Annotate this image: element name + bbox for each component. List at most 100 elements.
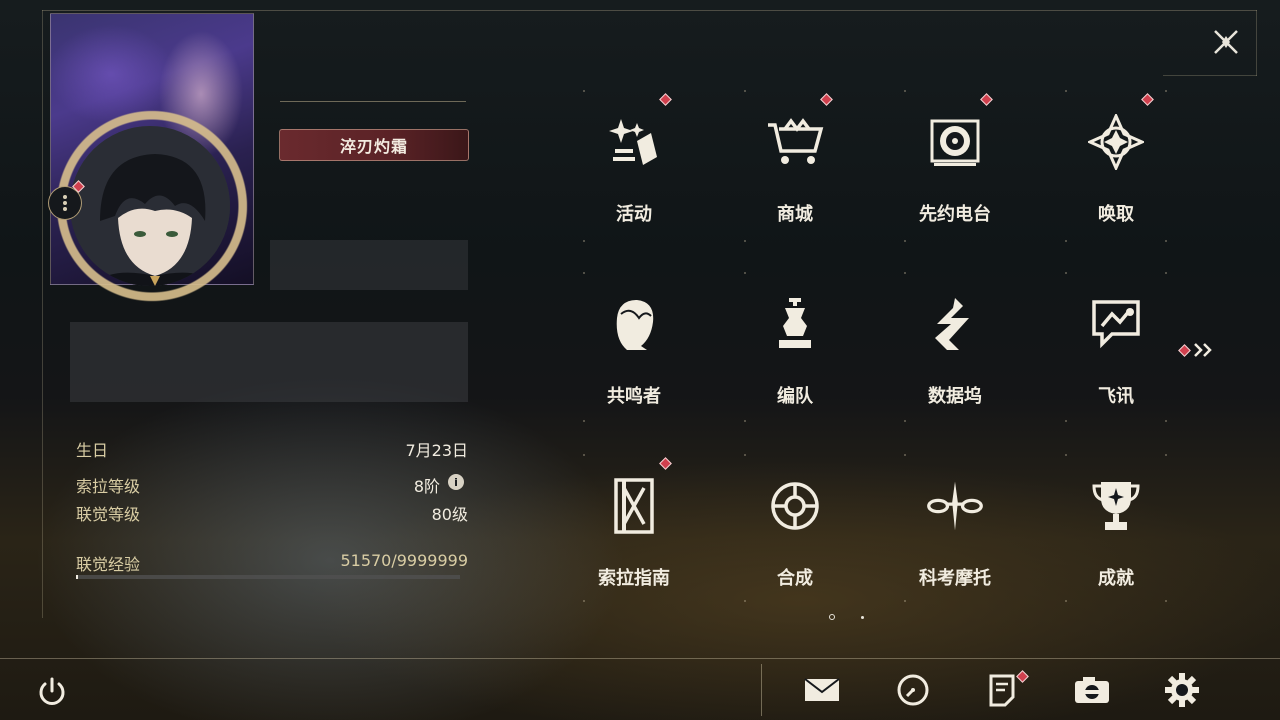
more-vertical-icon — [63, 195, 67, 211]
grid-dot — [1165, 454, 1167, 456]
menu-item-label: 编队 — [777, 386, 813, 407]
stat-label-sola-level: 索拉等级 — [76, 477, 141, 496]
menu-item-label: 先约电台 — [919, 204, 991, 225]
menu-item-data-dock[interactable]: 数据坞 — [895, 272, 1015, 422]
grid-dot — [583, 420, 585, 422]
synthesis-icon — [765, 476, 825, 536]
redacted-block — [270, 240, 468, 290]
close-button[interactable] — [1208, 24, 1244, 60]
info-icon[interactable]: i — [448, 474, 464, 490]
grid-dot — [1165, 272, 1167, 274]
menu-item-motorbike[interactable]: 科考摩托 — [895, 454, 1015, 604]
grid-dot — [1065, 600, 1067, 602]
notification-badge-icon — [659, 93, 672, 106]
grid-dot — [744, 454, 746, 456]
notification-badge-icon — [980, 93, 993, 106]
clock-button[interactable] — [893, 670, 933, 710]
vinyl-radio-icon — [925, 112, 985, 172]
guide-book-icon — [604, 476, 664, 536]
menu-item-message-bubble[interactable]: 飞讯 — [1056, 272, 1176, 422]
exp-progress-bar — [76, 575, 460, 579]
frame-line-left — [42, 10, 43, 618]
notification-badge-icon — [820, 93, 833, 106]
grid-dot — [583, 272, 585, 274]
grid-dot — [1165, 420, 1167, 422]
grid-dot — [744, 600, 746, 602]
menu-item-label: 数据坞 — [928, 386, 982, 407]
next-page-badge-icon — [1178, 343, 1191, 357]
menu-item-vinyl-radio[interactable]: 先约电台 — [895, 90, 1015, 240]
grid-dot — [583, 600, 585, 602]
menu-item-label: 活动 — [616, 204, 652, 225]
menu-item-crown-cart[interactable]: 商城 — [735, 90, 855, 240]
chess-team-icon — [765, 294, 825, 354]
menu-item-label: 索拉指南 — [598, 568, 670, 589]
character-head-icon — [604, 294, 664, 354]
page-indicator-2[interactable] — [861, 616, 864, 619]
grid-dot — [744, 240, 746, 242]
grid-dot — [1065, 272, 1067, 274]
bottom-divider — [0, 658, 1280, 659]
grid-dot — [744, 90, 746, 92]
power-icon — [39, 677, 65, 705]
notification-badge-icon — [1141, 93, 1154, 106]
notes-badge-icon — [1016, 670, 1029, 683]
menu-item-chess-team[interactable]: 编队 — [735, 272, 855, 422]
menu-item-synthesis[interactable]: 合成 — [735, 454, 855, 604]
grid-dot — [583, 90, 585, 92]
title-badge[interactable]: 淬刃灼霜 — [279, 129, 469, 161]
grid-dot — [1065, 454, 1067, 456]
grid-dot — [1165, 90, 1167, 92]
grid-dot — [1065, 90, 1067, 92]
grid-dot — [1065, 240, 1067, 242]
stat-value-union-level: 80级 — [431, 505, 468, 524]
stat-label-union-level: 联觉等级 — [76, 505, 141, 524]
double-chevron-right-icon — [1194, 343, 1212, 357]
close-icon — [1214, 30, 1238, 54]
menu-item-label: 合成 — [777, 568, 813, 589]
grid-dot — [904, 90, 906, 92]
menu-item-trophy[interactable]: 成就 — [1056, 454, 1176, 604]
menu-item-compass-star[interactable]: 唤取 — [1056, 90, 1176, 240]
menu-item-sparkle-event[interactable]: 活动 — [574, 90, 694, 240]
menu-item-label: 飞讯 — [1098, 386, 1134, 407]
message-bubble-icon — [1086, 294, 1146, 354]
avatar[interactable] — [70, 126, 230, 286]
clock-icon — [897, 674, 929, 706]
mail-button[interactable] — [802, 670, 842, 710]
notes-button[interactable] — [982, 670, 1029, 710]
next-page-button[interactable] — [1178, 340, 1222, 360]
frame-line-inner — [1163, 75, 1257, 76]
stat-label-birthday: 生日 — [76, 441, 109, 460]
bottom-vertical-divider — [761, 664, 762, 716]
grid-dot — [744, 420, 746, 422]
settings-gear-icon — [1165, 673, 1199, 707]
settings-button[interactable] — [1162, 670, 1202, 710]
trophy-icon — [1086, 476, 1146, 536]
grid-dot — [1165, 240, 1167, 242]
camera-button[interactable] — [1072, 670, 1112, 710]
title-badge-label: 淬刃灼霜 — [339, 137, 408, 156]
stat-value-birthday: 7月23日 — [405, 441, 468, 460]
power-button[interactable] — [34, 674, 70, 710]
motorbike-icon — [925, 476, 985, 536]
mail-icon — [804, 678, 840, 701]
grid-dot — [904, 600, 906, 602]
grid-dot — [904, 420, 906, 422]
menu-item-label: 成就 — [1098, 568, 1134, 589]
grid-dot — [1165, 600, 1167, 602]
grid-dot — [904, 240, 906, 242]
frame-line-top — [42, 10, 1257, 11]
menu-item-label: 科考摩托 — [919, 568, 991, 589]
stat-value-sola-level: 8阶 — [413, 477, 440, 496]
notification-badge-icon — [659, 457, 672, 470]
menu-item-label: 共鸣者 — [607, 386, 661, 407]
name-divider — [280, 101, 466, 102]
menu-item-character-head[interactable]: 共鸣者 — [574, 272, 694, 422]
menu-item-guide-book[interactable]: 索拉指南 — [574, 454, 694, 604]
page-indicator-1[interactable] — [829, 614, 835, 620]
notes-icon — [989, 674, 1015, 707]
menu-item-label: 商城 — [777, 204, 813, 225]
grid-dot — [583, 240, 585, 242]
grid-dot — [904, 454, 906, 456]
